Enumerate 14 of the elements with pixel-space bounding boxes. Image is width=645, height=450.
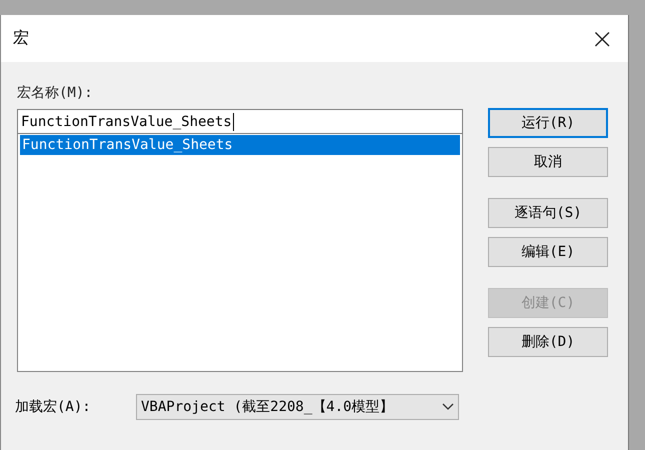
close-button[interactable]: × xyxy=(588,24,616,52)
window-title: 宏 xyxy=(13,28,29,49)
macros-in-label: 加载宏(A): xyxy=(15,398,92,416)
dialog-button[interactable]: 运行(R) xyxy=(488,108,608,138)
macro-name-label: 宏名称(M): xyxy=(17,84,94,103)
dialog-button[interactable]: 逐语句(S) xyxy=(488,198,608,228)
chevron-down-icon xyxy=(442,403,454,411)
macros-in-dropdown[interactable]: VBAProject (截至2208_【4.0模型】 xyxy=(136,394,459,420)
macro-list-item[interactable]: FunctionTransValue_Sheets xyxy=(20,135,460,155)
dialog-button[interactable]: 编辑(E) xyxy=(488,237,608,267)
dialog-button[interactable]: 取消 xyxy=(488,147,608,177)
macro-name-field[interactable]: FunctionTransValue_Sheets xyxy=(17,109,463,134)
dialog-button[interactable]: 删除(D) xyxy=(488,327,608,357)
macro-list[interactable]: FunctionTransValue_Sheets xyxy=(17,134,463,372)
